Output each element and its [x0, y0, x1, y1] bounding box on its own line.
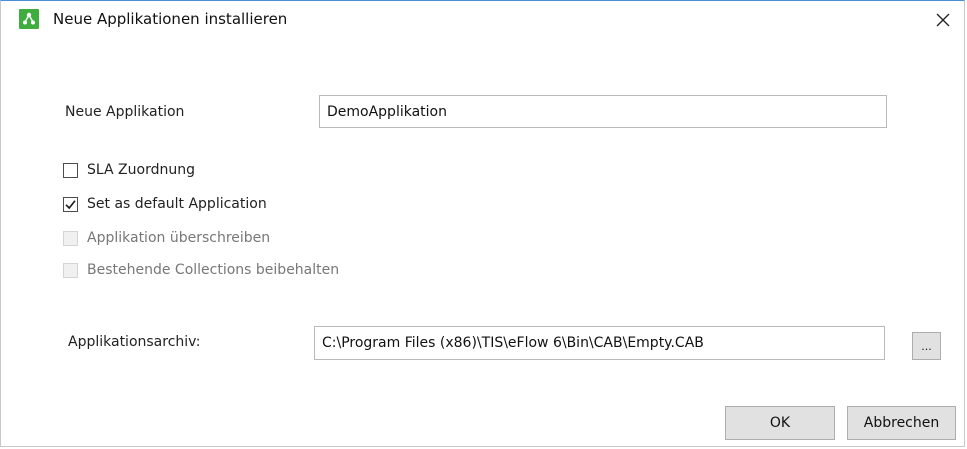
checkbox-label: Set as default Application [87, 196, 267, 212]
checkbox-label: Bestehende Collections beibehalten [87, 262, 340, 278]
app-network-icon [19, 9, 39, 29]
checkbox-box [63, 262, 78, 278]
cancel-button[interactable]: Abbrechen [847, 406, 956, 440]
checkmark-icon [65, 199, 76, 209]
archive-path-input[interactable] [314, 326, 885, 360]
window-title: Neue Applikationen installieren [53, 10, 288, 28]
checkbox-sla-zuordnung[interactable]: SLA Zuordnung [63, 160, 195, 180]
title-bar: Neue Applikationen installieren [1, 1, 964, 41]
checkbox-box[interactable] [63, 196, 78, 212]
install-application-dialog: Neue Applikationen installieren Neue App… [0, 0, 965, 447]
ok-button[interactable]: OK [725, 406, 835, 440]
checkbox-label: Applikation überschreiben [87, 230, 271, 246]
checkbox-bestehende-collections: Bestehende Collections beibehalten [63, 260, 339, 280]
checkbox-set-default-application[interactable]: Set as default Application [63, 194, 267, 214]
archive-label: Applikationsarchiv: [68, 334, 201, 350]
checkbox-box[interactable] [63, 162, 78, 178]
app-name-label: Neue Applikation [65, 104, 185, 120]
checkbox-box [63, 230, 78, 246]
close-button[interactable] [926, 5, 960, 35]
browse-button[interactable]: ... [912, 332, 941, 360]
checkbox-applikation-ueberschreiben: Applikation überschreiben [63, 228, 270, 248]
checkbox-label: SLA Zuordnung [87, 162, 195, 178]
close-icon [936, 13, 950, 27]
app-name-input[interactable] [319, 95, 887, 128]
